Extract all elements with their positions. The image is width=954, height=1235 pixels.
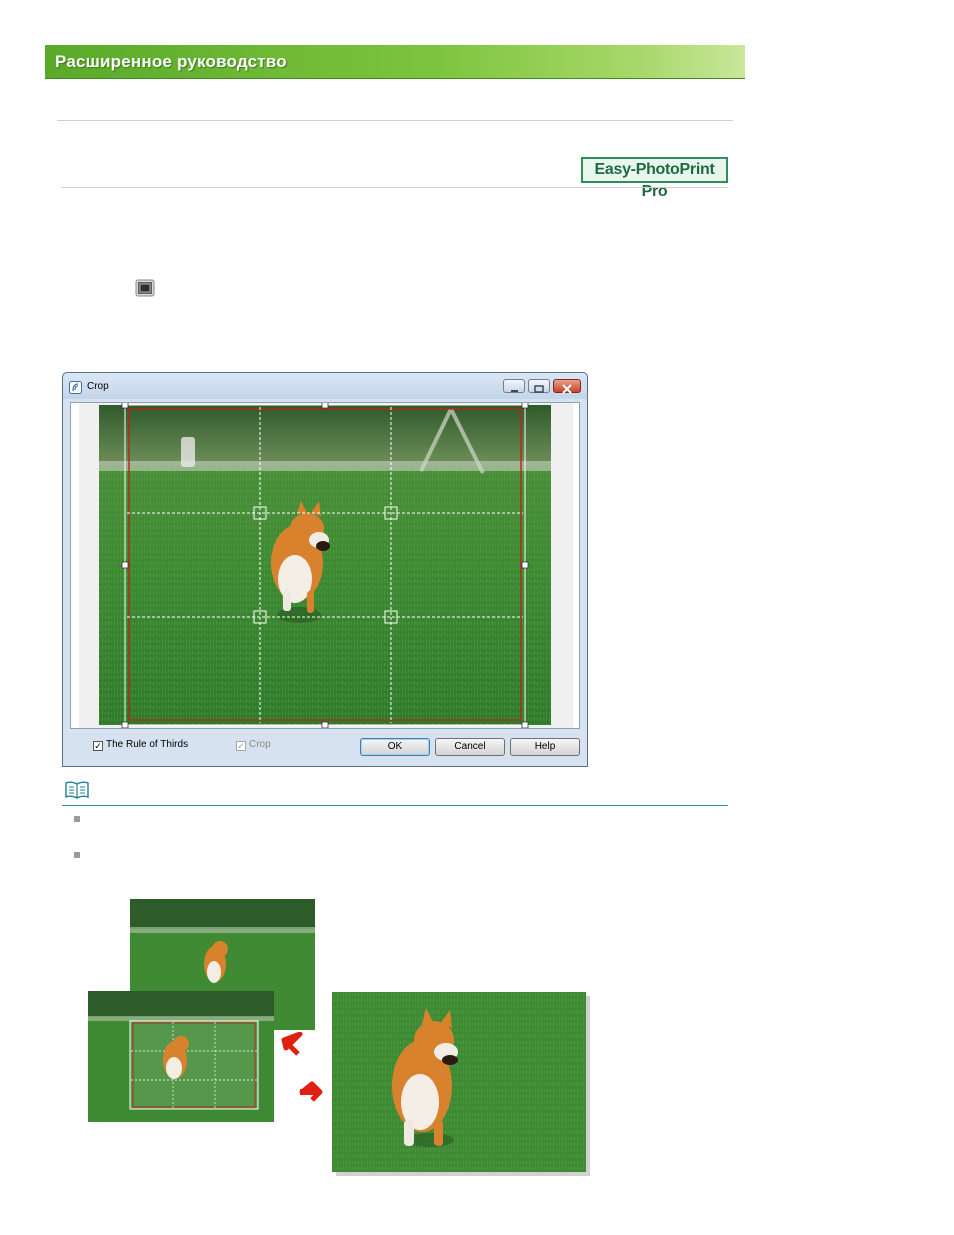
minimize-button[interactable] — [503, 379, 525, 393]
divider-top — [57, 120, 733, 121]
cropping-photo — [88, 991, 274, 1122]
dialog-title: Crop — [87, 381, 109, 392]
note-bullet-2 — [74, 852, 80, 858]
app-icon — [69, 379, 82, 394]
rule-of-thirds-checkbox[interactable]: ✓ — [93, 741, 103, 751]
help-button[interactable]: Help — [510, 738, 580, 756]
note-bullet-1 — [74, 816, 80, 822]
note-divider — [62, 805, 728, 806]
maximize-button[interactable] — [528, 379, 550, 393]
banner-title: Расширенное руководство — [55, 52, 287, 71]
note-book-icon — [65, 781, 89, 799]
divider-under-badge — [62, 187, 728, 188]
rule-of-thirds-option[interactable]: ✓ The Rule of Thirds — [93, 739, 188, 751]
crop-dialog: Crop ✓ The Rule of Thirds ✓ Crop OK Canc… — [62, 372, 588, 767]
cropped-photo — [332, 992, 586, 1172]
rule-of-thirds-label: The Rule of Thirds — [106, 739, 189, 750]
product-badge: Easy-PhotoPrint Pro — [581, 157, 728, 200]
cancel-button[interactable]: Cancel — [435, 738, 505, 756]
crop-preview[interactable] — [71, 403, 579, 728]
close-button[interactable] — [553, 379, 581, 394]
red-arrow-icon — [281, 1032, 323, 1102]
ok-button[interactable]: OK — [360, 738, 430, 756]
crop-label: Crop — [249, 739, 271, 750]
crop-canvas-area — [70, 402, 580, 729]
dialog-titlebar[interactable]: Crop — [63, 373, 587, 399]
crop-icon — [135, 279, 155, 297]
crop-option: ✓ Crop — [236, 739, 271, 751]
crop-example-result — [332, 992, 590, 1176]
crop-checkbox: ✓ — [236, 741, 246, 751]
dog-photo — [99, 405, 551, 725]
section-banner: Расширенное руководство — [45, 45, 745, 79]
